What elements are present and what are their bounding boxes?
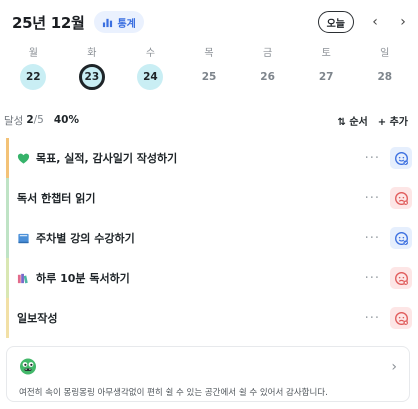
gratitude-card[interactable]: 여전히 속이 몽링몽링 아무생각없이 편히 쉴 수 있는 공간에서 쉴 수 있어… (6, 346, 410, 402)
date-cell-selected[interactable]: 23 (78, 64, 105, 90)
month-title[interactable]: 25년 12월 (12, 12, 85, 33)
progress-summary: 달성 2/5 40% ⇅ 순서 + 추가 (4, 112, 408, 128)
day-mon[interactable]: 월 22 (4, 44, 63, 90)
achievement-label: 달성 (4, 114, 24, 127)
green-heart-icon (17, 153, 30, 164)
sort-button[interactable]: ⇅ 순서 (337, 113, 367, 128)
date-cell[interactable]: 22 (20, 64, 47, 90)
chevron-right-icon[interactable]: › (391, 359, 397, 375)
task-title: 일보작성 (17, 312, 58, 325)
fail-face-icon[interactable] (390, 307, 412, 329)
week-strip: 월 22 화 23 수 24 목 25 금 26 토 27 일 28 (4, 44, 414, 90)
day-thu[interactable]: 목 25 (180, 44, 239, 90)
calendar-header: 25년 12월 통계 오늘 ‹ › (12, 8, 410, 36)
fail-face-icon[interactable] (390, 187, 412, 209)
day-tue[interactable]: 화 23 (63, 44, 122, 90)
achievement-count: 2/5 (26, 114, 44, 126)
date-cell[interactable]: 26 (255, 64, 281, 90)
task-row[interactable]: 주차별 강의 수강하기 ··· (6, 218, 412, 258)
total-count: /5 (33, 114, 44, 126)
task-title: 주차별 강의 수강하기 (36, 232, 135, 245)
more-options-button[interactable]: ··· (365, 151, 380, 166)
stats-label: 통계 (117, 18, 136, 30)
task-row[interactable]: 목표, 실적, 감사일기 작성하기 ··· (6, 138, 412, 178)
prev-week-button[interactable]: ‹ (368, 14, 382, 30)
books-icon (17, 273, 28, 283)
weekday-label: 토 (321, 48, 331, 59)
task-row[interactable]: 일보작성 ··· (6, 298, 412, 338)
mascot-icon (20, 358, 36, 375)
task-row[interactable]: 독서 한챕터 읽기 ··· (6, 178, 412, 218)
more-options-button[interactable]: ··· (365, 231, 380, 246)
weekday-label: 수 (145, 48, 156, 59)
achievement-percent: 40% (53, 114, 79, 126)
book-icon (18, 233, 29, 243)
date-cell[interactable]: 27 (313, 64, 339, 90)
stats-button[interactable]: 통계 (94, 11, 144, 33)
task-title: 독서 한챕터 읽기 (17, 192, 96, 205)
day-sat[interactable]: 토 27 (297, 44, 356, 90)
task-row[interactable]: 하루 10분 독서하기 ··· (6, 258, 412, 298)
next-week-button[interactable]: › (396, 14, 410, 30)
weekday-label: 화 (87, 48, 97, 59)
gratitude-message: 여전히 속이 몽링몽링 아무생각없이 편히 쉴 수 있는 공간에서 쉴 수 있어… (19, 388, 328, 398)
task-list: 목표, 실적, 감사일기 작성하기 ··· 독서 한챕터 읽기 ··· 주차별 … (6, 138, 412, 338)
date-cell[interactable]: 25 (196, 64, 222, 90)
weekday-label: 일 (380, 48, 390, 59)
fail-face-icon[interactable] (390, 267, 412, 289)
task-title: 목표, 실적, 감사일기 작성하기 (36, 152, 178, 165)
success-face-icon[interactable] (390, 147, 412, 169)
more-options-button[interactable]: ··· (365, 191, 380, 206)
more-options-button[interactable]: ··· (365, 311, 380, 326)
day-sun[interactable]: 일 28 (355, 44, 414, 90)
today-button[interactable]: 오늘 (317, 11, 354, 33)
date-cell[interactable]: 24 (137, 64, 164, 90)
add-button[interactable]: + 추가 (378, 113, 408, 128)
bar-chart-icon (103, 18, 113, 27)
done-count: 2 (26, 114, 34, 126)
day-fri[interactable]: 금 26 (238, 44, 297, 90)
weekday-label: 금 (263, 48, 273, 59)
weekday-label: 월 (28, 48, 38, 59)
more-options-button[interactable]: ··· (365, 271, 380, 286)
date-cell[interactable]: 28 (372, 64, 398, 90)
task-title: 하루 10분 독서하기 (36, 272, 130, 285)
success-face-icon[interactable] (390, 227, 412, 249)
weekday-label: 목 (204, 48, 214, 59)
day-wed[interactable]: 수 24 (121, 44, 180, 90)
